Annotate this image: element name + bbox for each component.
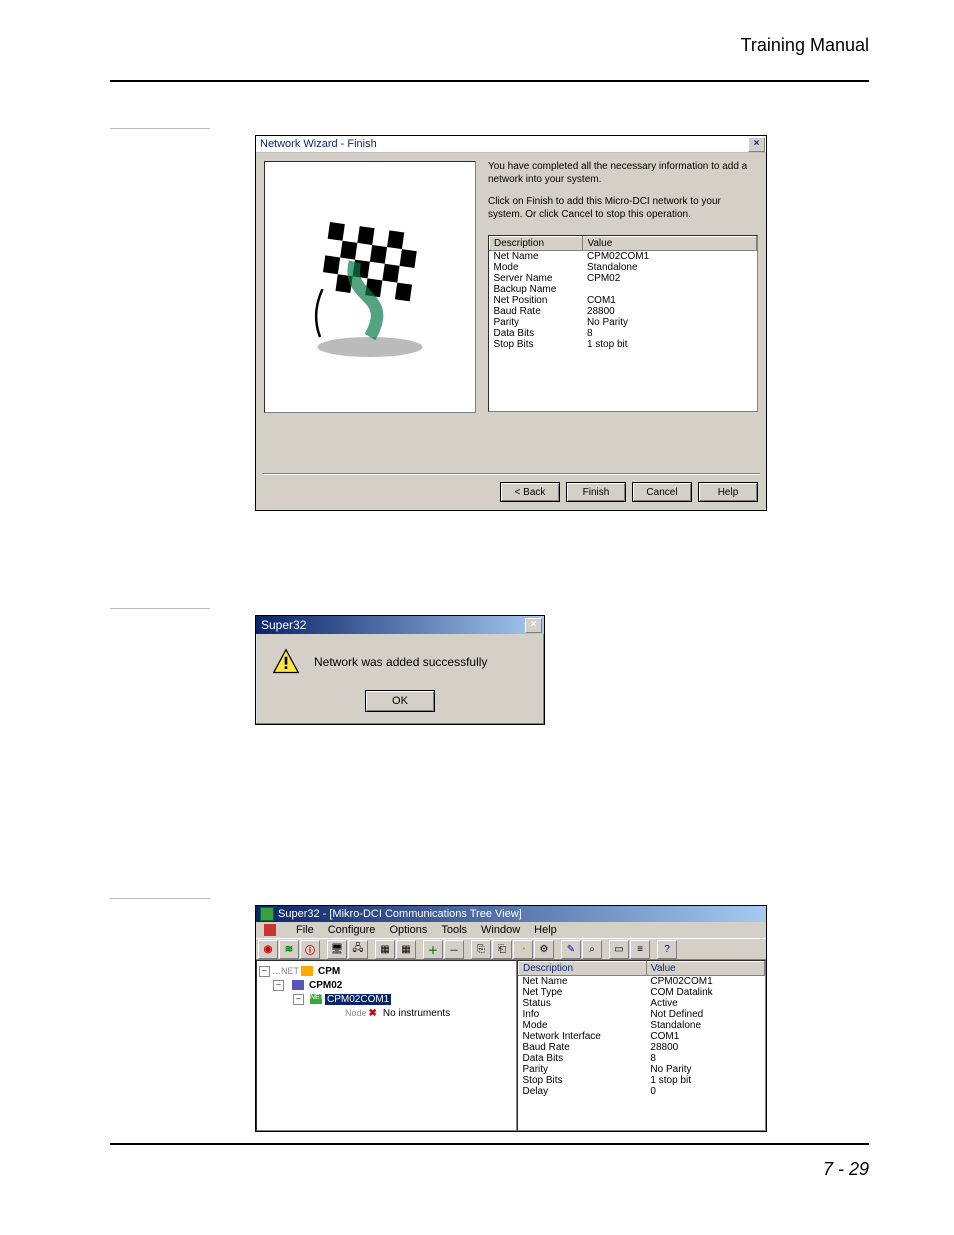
- help-button[interactable]: Help: [698, 482, 758, 502]
- table-row: Data Bits8: [519, 1053, 765, 1064]
- toolbar-btn-5[interactable]: 🖧: [348, 940, 368, 959]
- table-row: ModeStandalone: [519, 1020, 765, 1031]
- table-row: Net NameCPM02COM1: [519, 976, 765, 988]
- figure-rule-1: [110, 128, 210, 129]
- tree-node-root[interactable]: – …NET CPM: [259, 964, 514, 978]
- app-menu-icon: [264, 924, 276, 936]
- tree-pane[interactable]: – …NET CPM – CPM02 – NET CPM02COM1 Node …: [256, 960, 517, 1131]
- table-row: StatusActive: [519, 998, 765, 1009]
- toolbar-btn-15[interactable]: ⌕: [582, 940, 602, 959]
- server-icon: [292, 980, 304, 990]
- table-row: Stop Bits1 stop bit: [490, 339, 757, 350]
- network-icon: NET: [310, 994, 322, 1004]
- menubar: File Configure Options Tools Window Help: [256, 922, 766, 938]
- table-row: Net TypeCOM Datalink: [519, 987, 765, 998]
- table-row: ParityNo Parity: [490, 317, 757, 328]
- app-icon: [260, 907, 274, 921]
- wizard-summary-list: Description Value Net NameCPM02COM1 Mode…: [488, 235, 758, 412]
- tree-node-server[interactable]: – CPM02: [273, 978, 514, 992]
- figure-rule-2: [110, 608, 210, 609]
- wizard-text-2: Click on Finish to add this Micro-DCI ne…: [488, 196, 758, 221]
- table-row: Stop Bits1 stop bit: [519, 1075, 765, 1086]
- treeview-title: Super32 - [Mikro-DCI Communications Tree…: [278, 908, 522, 920]
- toolbar-btn-1[interactable]: ◉: [258, 940, 278, 959]
- wizard-text-1: You have completed all the necessary inf…: [488, 161, 758, 186]
- table-row: InfoNot Defined: [519, 1009, 765, 1020]
- close-icon[interactable]: ×: [748, 137, 765, 152]
- col-value[interactable]: Value: [583, 237, 757, 251]
- menu-window[interactable]: Window: [481, 924, 520, 936]
- figure-rule-3: [110, 898, 210, 899]
- toolbar-btn-3[interactable]: ⓘ: [300, 940, 320, 959]
- treeview-window: Super32 - [Mikro-DCI Communications Tree…: [255, 905, 767, 1132]
- header-rule: [110, 80, 869, 82]
- menu-tools[interactable]: Tools: [441, 924, 467, 936]
- toolbar-btn-7[interactable]: ▦: [396, 940, 416, 959]
- toolbar-btn-help[interactable]: ?: [657, 940, 677, 959]
- table-row: Baud Rate28800: [490, 306, 757, 317]
- table-row: Net NameCPM02COM1: [490, 251, 757, 263]
- error-icon: ✖: [369, 1008, 377, 1019]
- wizard-titlebar[interactable]: Network Wizard - Finish ×: [256, 136, 766, 153]
- toolbar-btn-11[interactable]: ⎗: [492, 940, 512, 959]
- table-row: Data Bits8: [490, 328, 757, 339]
- msgbox-title: Super32: [261, 618, 306, 632]
- toolbar-btn-6[interactable]: ▦: [375, 940, 395, 959]
- wizard-title: Network Wizard - Finish: [260, 138, 377, 150]
- back-button[interactable]: < Back: [500, 482, 560, 502]
- table-row: Delay0: [519, 1086, 765, 1097]
- success-messagebox: Super32 × Network was added successfully…: [255, 615, 545, 725]
- toolbar-btn-2[interactable]: ≋: [279, 940, 299, 959]
- ok-button[interactable]: OK: [365, 690, 435, 712]
- detail-pane: Description Value Net NameCPM02COM1 Net …: [517, 960, 766, 1131]
- table-row: Backup Name: [490, 284, 757, 295]
- menu-help[interactable]: Help: [534, 924, 557, 936]
- msgbox-text: Network was added successfully: [314, 655, 487, 669]
- col-description[interactable]: Description: [519, 962, 647, 976]
- cpm-icon: [301, 966, 313, 976]
- toolbar-btn-9[interactable]: －: [444, 940, 464, 959]
- table-row: Net PositionCOM1: [490, 295, 757, 306]
- toolbar-btn-10[interactable]: ⎘: [471, 940, 491, 959]
- table-row: Server NameCPM02: [490, 273, 757, 284]
- table-row: Network InterfaceCOM1: [519, 1031, 765, 1042]
- tree-node-network[interactable]: – NET CPM02COM1: [293, 992, 514, 1006]
- wizard-illustration: [264, 161, 476, 413]
- network-wizard-dialog: Network Wizard - Finish ×: [255, 135, 767, 511]
- footer-rule: [110, 1143, 869, 1145]
- msgbox-titlebar[interactable]: Super32 ×: [256, 616, 544, 634]
- toolbar: ◉ ≋ ⓘ 🖥 🖧 ▦ ▦ ＋ － ⎘ ⎗ ◔ ⚙ ✎ ⌕ ▭ ≡ ?: [256, 938, 766, 960]
- checkered-flag-icon: [295, 212, 445, 362]
- col-description[interactable]: Description: [490, 237, 583, 251]
- collapse-icon[interactable]: –: [259, 966, 270, 977]
- table-row: ParityNo Parity: [519, 1064, 765, 1075]
- toolbar-btn-4[interactable]: 🖥: [327, 940, 347, 959]
- collapse-icon[interactable]: –: [273, 980, 284, 991]
- toolbar-btn-16[interactable]: ▭: [609, 940, 629, 959]
- table-row: Baud Rate28800: [519, 1042, 765, 1053]
- collapse-icon[interactable]: –: [293, 994, 304, 1005]
- table-row: ModeStandalone: [490, 262, 757, 273]
- page-header: Training Manual: [741, 35, 869, 56]
- toolbar-btn-14[interactable]: ✎: [561, 940, 581, 959]
- finish-button[interactable]: Finish: [566, 482, 626, 502]
- menu-configure[interactable]: Configure: [328, 924, 376, 936]
- toolbar-btn-8[interactable]: ＋: [423, 940, 443, 959]
- toolbar-btn-17[interactable]: ≡: [630, 940, 650, 959]
- col-value[interactable]: Value: [646, 962, 764, 976]
- menu-options[interactable]: Options: [389, 924, 427, 936]
- toolbar-btn-12[interactable]: ◔: [513, 940, 533, 959]
- toolbar-btn-13[interactable]: ⚙: [534, 940, 554, 959]
- close-icon[interactable]: ×: [525, 618, 542, 633]
- tree-node-noinstruments[interactable]: Node ✖ No instruments: [345, 1006, 514, 1020]
- page-number: 7 - 29: [823, 1159, 869, 1180]
- menu-file[interactable]: File: [296, 924, 314, 936]
- treeview-titlebar[interactable]: Super32 - [Mikro-DCI Communications Tree…: [256, 906, 766, 922]
- warning-icon: [272, 648, 300, 676]
- cancel-button[interactable]: Cancel: [632, 482, 692, 502]
